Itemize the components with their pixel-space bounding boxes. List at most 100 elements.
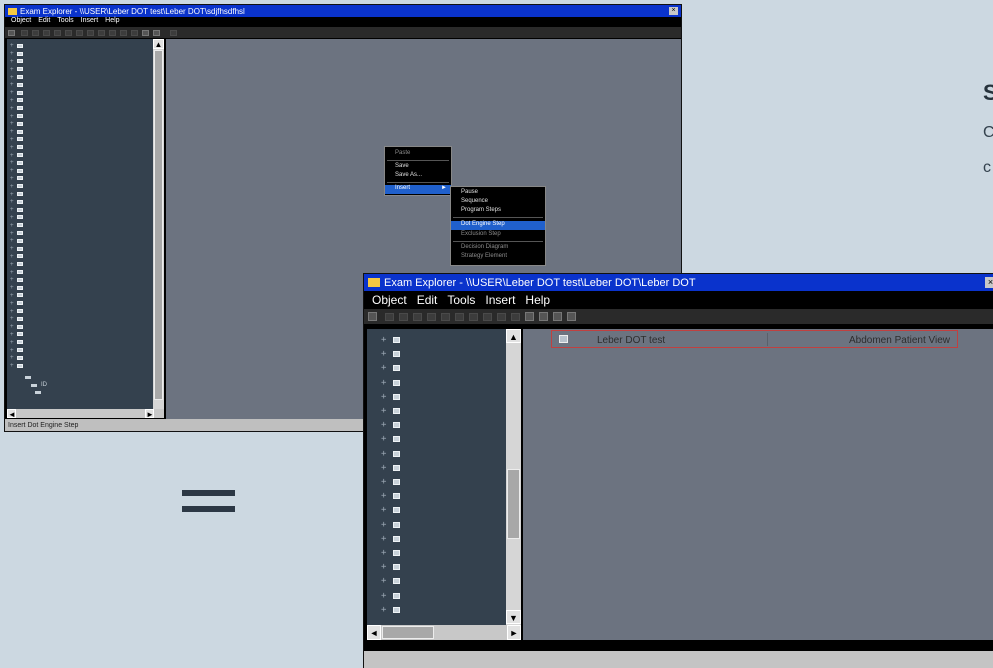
expand-plus-icon[interactable]: +	[381, 548, 386, 558]
expand-plus-icon[interactable]: +	[10, 74, 14, 81]
toolbar-button[interactable]	[399, 312, 408, 321]
expand-plus-icon[interactable]: +	[10, 323, 14, 330]
tree-node[interactable]	[25, 376, 31, 379]
expand-plus-icon[interactable]: +	[10, 167, 14, 174]
toolbar-button[interactable]	[131, 29, 138, 36]
expand-plus-icon[interactable]: +	[381, 534, 386, 544]
context-menu-item-insert[interactable]: Insert ►	[385, 185, 451, 194]
expand-plus-icon[interactable]: +	[10, 331, 14, 338]
expand-plus-icon[interactable]: +	[10, 66, 14, 73]
expand-plus-icon[interactable]: +	[10, 214, 14, 221]
expand-plus-icon[interactable]: +	[10, 198, 14, 205]
expand-plus-icon[interactable]: +	[10, 97, 14, 104]
context-menu-item-save-as[interactable]: Save As...	[385, 172, 451, 181]
expand-plus-icon[interactable]: +	[10, 58, 14, 65]
expand-plus-icon[interactable]: +	[10, 292, 14, 299]
toolbar-button[interactable]	[21, 29, 28, 36]
submenu-item-pause[interactable]: Pause	[451, 189, 545, 197]
menu-object[interactable]: Object	[11, 17, 31, 27]
expand-plus-icon[interactable]: +	[381, 349, 386, 359]
toolbar-button[interactable]	[153, 29, 160, 36]
expand-plus-icon[interactable]: +	[381, 562, 386, 572]
expand-plus-icon[interactable]: +	[381, 491, 386, 501]
expand-plus-icon[interactable]: +	[10, 339, 14, 346]
menu-help[interactable]: Help	[105, 17, 119, 27]
expand-plus-icon[interactable]: +	[10, 230, 14, 237]
expand-plus-icon[interactable]: +	[10, 128, 14, 135]
expand-plus-icon[interactable]: +	[381, 449, 386, 459]
expand-plus-icon[interactable]: +	[381, 591, 386, 601]
expand-plus-icon[interactable]: +	[381, 434, 386, 444]
back-tree-view[interactable]: + + + + + + + + + + + + + + + + + + + + + + + + + + + + + + + + + + + + + + + +…	[7, 39, 153, 409]
expand-plus-icon[interactable]: +	[10, 136, 14, 143]
toolbar-button[interactable]	[142, 29, 149, 36]
menu-tools[interactable]: Tools	[447, 291, 475, 309]
back-tree-horizontal-scrollbar[interactable]: ◄ ►	[7, 409, 164, 419]
toolbar-button[interactable]	[483, 312, 492, 321]
submenu-item-strategy-element[interactable]: Strategy Element	[451, 253, 545, 261]
toolbar-button[interactable]	[109, 29, 116, 36]
toolbar-button[interactable]	[427, 312, 436, 321]
list-item[interactable]: Leber DOT test Abdomen Patient View	[551, 330, 958, 348]
expand-plus-icon[interactable]: +	[381, 520, 386, 530]
toolbar-button[interactable]	[511, 312, 520, 321]
expand-plus-icon[interactable]: +	[10, 276, 14, 283]
expand-plus-icon[interactable]: +	[10, 315, 14, 322]
expand-plus-icon[interactable]: +	[10, 206, 14, 213]
toolbar-button[interactable]	[76, 29, 83, 36]
expand-plus-icon[interactable]: +	[381, 605, 386, 615]
expand-plus-icon[interactable]: +	[381, 576, 386, 586]
toolbar-button[interactable]	[553, 312, 562, 321]
menu-insert[interactable]: Insert	[485, 291, 515, 309]
tree-node[interactable]	[31, 384, 37, 387]
front-tree-horizontal-scrollbar[interactable]: ◄ ►	[367, 625, 521, 640]
scroll-left-arrow-icon[interactable]: ◄	[7, 409, 16, 419]
toolbar-button[interactable]	[469, 312, 478, 321]
expand-plus-icon[interactable]: +	[10, 245, 14, 252]
toolbar-button[interactable]	[32, 29, 39, 36]
front-tree-vertical-scrollbar[interactable]: ▲ ▼	[506, 329, 521, 625]
submenu-item-dot-engine-step[interactable]: Dot Engine Step	[451, 221, 545, 230]
expand-plus-icon[interactable]: +	[10, 237, 14, 244]
tree-node[interactable]	[35, 391, 41, 394]
expand-plus-icon[interactable]: +	[10, 81, 14, 88]
toolbar-button[interactable]	[525, 312, 534, 321]
scrollbar-thumb[interactable]	[154, 50, 163, 400]
expand-plus-icon[interactable]: +	[10, 89, 14, 96]
expand-plus-icon[interactable]: +	[10, 42, 14, 49]
toolbar-button[interactable]	[539, 312, 548, 321]
toolbar-button[interactable]	[170, 29, 177, 36]
expand-plus-icon[interactable]: +	[10, 183, 14, 190]
expand-plus-icon[interactable]: +	[10, 175, 14, 182]
expand-plus-icon[interactable]: +	[10, 253, 14, 260]
scroll-down-arrow-icon[interactable]: ▼	[506, 610, 521, 624]
submenu-item-program-steps[interactable]: Program Steps	[451, 207, 545, 215]
expand-plus-icon[interactable]: +	[381, 477, 386, 487]
toolbar-button[interactable]	[54, 29, 61, 36]
front-content-pane[interactable]: Leber DOT test Abdomen Patient View	[523, 329, 993, 640]
expand-plus-icon[interactable]: +	[10, 222, 14, 229]
toolbar-button[interactable]	[455, 312, 464, 321]
toolbar-button[interactable]	[120, 29, 127, 36]
expand-plus-icon[interactable]: +	[10, 347, 14, 354]
front-tree-view[interactable]: + + + + + + + + + + + + + + + + + + + +	[367, 329, 506, 625]
close-icon[interactable]: ×	[669, 7, 678, 15]
expand-plus-icon[interactable]: +	[381, 420, 386, 430]
scrollbar-thumb[interactable]	[507, 469, 520, 539]
scroll-up-arrow-icon[interactable]: ▲	[506, 329, 521, 343]
menu-insert[interactable]: Insert	[81, 17, 99, 27]
toolbar-button[interactable]	[65, 29, 72, 36]
expand-plus-icon[interactable]: +	[10, 362, 14, 369]
expand-plus-icon[interactable]: +	[10, 284, 14, 291]
expand-plus-icon[interactable]: +	[10, 113, 14, 120]
expand-plus-icon[interactable]: +	[381, 392, 386, 402]
toolbar-button[interactable]	[441, 312, 450, 321]
menu-edit[interactable]: Edit	[417, 291, 438, 309]
toolbar-button[interactable]	[368, 312, 377, 321]
menu-object[interactable]: Object	[372, 291, 407, 309]
expand-plus-icon[interactable]: +	[381, 406, 386, 416]
expand-plus-icon[interactable]: +	[10, 261, 14, 268]
toolbar-button[interactable]	[497, 312, 506, 321]
toolbar-button[interactable]	[8, 29, 15, 36]
context-menu-item-paste[interactable]: Paste	[385, 150, 451, 159]
